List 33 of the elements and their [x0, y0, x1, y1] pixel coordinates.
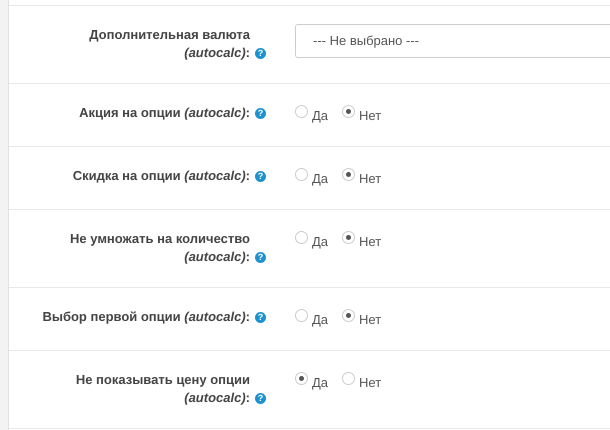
option-label[interactable]: Нет: [359, 308, 382, 329]
radio-button[interactable]: [295, 309, 308, 322]
help-icon: ?: [255, 393, 266, 404]
radio-button[interactable]: [295, 105, 308, 118]
option-label[interactable]: Да: [312, 104, 328, 125]
option-label[interactable]: Да: [312, 167, 328, 188]
option-label[interactable]: Да: [312, 308, 328, 329]
field-label: Не умножать на количество (autocalc):: [69, 230, 250, 266]
option-label[interactable]: Нет: [359, 167, 382, 188]
option-label[interactable]: Нет: [359, 230, 382, 251]
field-label: Дополнительная валюта (autocalc):: [88, 26, 250, 62]
radio-button[interactable]: [295, 231, 308, 244]
radio-button[interactable]: [295, 168, 308, 181]
radio-button[interactable]: [295, 372, 308, 385]
field-label: Выбор первой опции (autocalc):: [41, 308, 250, 326]
help-icon: ?: [255, 108, 266, 119]
dropdown-field[interactable]: --- Не выбрано ---: [295, 24, 610, 58]
radio-button[interactable]: [342, 105, 356, 118]
option-label[interactable]: Нет: [359, 104, 382, 125]
option-label[interactable]: Нет: [359, 371, 382, 392]
radio-button[interactable]: [342, 372, 356, 385]
field-label: Не показывать цену опции (autocalc):: [74, 371, 250, 407]
option-label[interactable]: Да: [312, 230, 328, 251]
help-icon: ?: [255, 312, 266, 323]
help-icon: ?: [255, 252, 266, 263]
radio-button[interactable]: [342, 309, 356, 322]
radio-button[interactable]: [342, 231, 356, 244]
help-icon: ?: [255, 48, 266, 59]
radio-button[interactable]: [342, 168, 356, 181]
option-label[interactable]: Да: [312, 371, 328, 392]
field-label: Акция на опции (autocalc):: [78, 104, 250, 122]
help-icon: ?: [255, 171, 266, 182]
field-label: Скидка на опции (autocalc):: [72, 167, 250, 185]
